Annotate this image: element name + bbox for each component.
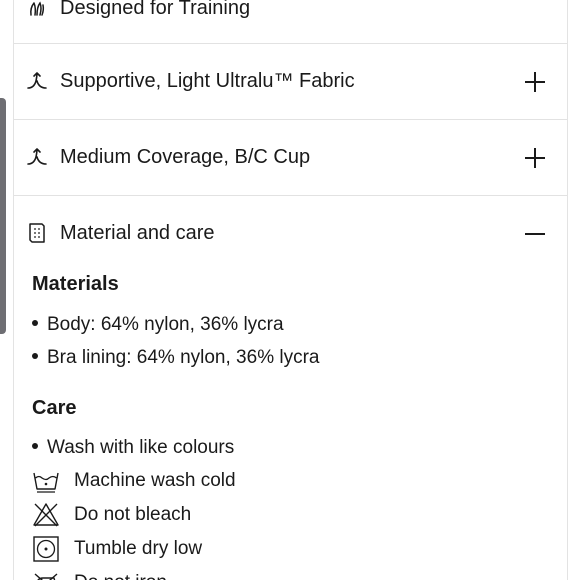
care-instruction: Do not iron [32,568,167,580]
care-instruction: Machine wash cold [32,466,236,496]
bullet-dot [32,352,38,359]
list-item: Wash with like colours [32,437,234,459]
accordion-item-material-care[interactable]: Material and care [14,196,567,271]
accordion-item-coverage[interactable]: Medium Coverage, B/C Cup [14,120,567,195]
material-text: Body: 64% nylon, 36% lycra [47,314,284,335]
training-icon [26,0,48,20]
accordion-item-training: Designed for Training [14,0,567,43]
scroll-handle[interactable] [0,98,6,334]
care-bullet-text: Wash with like colours [47,437,235,458]
list-item: Bra lining: 64% nylon, 36% lycra [32,347,319,369]
expand-plus-icon[interactable] [523,70,547,94]
accordion-item-label: Designed for Training [60,0,251,19]
accordion-item-fabric[interactable]: Supportive, Light Ultralu™ Fabric [14,44,567,119]
bullet-dot [32,442,38,449]
care-instruction: Do not bleach [32,500,191,530]
care-instruction-label: Machine wash cold [74,470,236,491]
care-instruction-label: Tumble dry low [74,538,203,559]
accordion-item-label: Material and care [60,222,215,244]
material-text: Bra lining: 64% nylon, 36% lycra [47,347,320,368]
care-heading: Care [32,397,77,419]
care-instruction-label: Do not iron [74,572,167,580]
collapse-minus-icon[interactable] [523,222,547,246]
details-accordion: Designed for Training Supportive, Light … [13,0,568,580]
machine-wash-cold-icon [32,467,60,495]
tumble-dry-low-icon [32,535,60,563]
fabric-tag-icon [26,222,48,244]
accordion-item-label: Medium Coverage, B/C Cup [60,146,311,168]
do-not-iron-icon [32,569,60,580]
stretch-icon [26,70,48,92]
bullet-dot [32,319,38,326]
care-instruction: Tumble dry low [32,534,202,564]
do-not-bleach-icon [32,501,60,529]
care-instruction-label: Do not bleach [74,504,192,525]
materials-heading: Materials [32,273,119,295]
accordion-item-label: Supportive, Light Ultralu™ Fabric [60,70,355,92]
stretch-icon [26,146,48,168]
product-details-page: Designed for Training Supportive, Light … [0,0,579,580]
list-item: Body: 64% nylon, 36% lycra [32,314,284,336]
expand-plus-icon[interactable] [523,146,547,170]
